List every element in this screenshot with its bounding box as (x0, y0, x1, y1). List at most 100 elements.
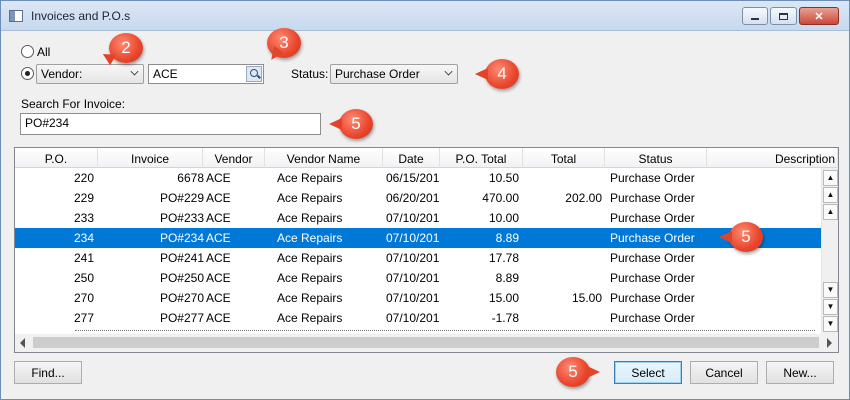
cell-vendor: ACE (206, 231, 231, 245)
table-row[interactable]: 229 PO#229 ACE Ace Repairs 06/20/201 470.00 20… (15, 188, 821, 208)
status-label: Status: (291, 67, 329, 81)
title-bar[interactable]: Invoices and P.O.s ✕ (1, 1, 849, 31)
scroll-bottom-button[interactable]: ▼ (823, 316, 838, 332)
scroll-page-down-button[interactable]: ▼ (823, 299, 838, 315)
cell-date: 06/20/201 (386, 191, 439, 205)
table-row[interactable]: 277 PO#277 ACE Ace Repairs 07/10/201 -1.78 Pur… (15, 308, 821, 328)
scroll-up-button[interactable]: ▲ (823, 204, 838, 220)
close-button[interactable]: ✕ (799, 7, 839, 25)
scroll-left-icon[interactable] (20, 338, 25, 348)
vertical-scrollbar[interactable]: ▲ ▲ ▲ ▼ ▼ ▼ (821, 168, 838, 334)
cell-po-total: 8.89 (495, 271, 519, 285)
horizontal-scrollbar[interactable] (15, 334, 838, 352)
cell-vendor: ACE (206, 171, 231, 185)
column-header-po-total[interactable]: P.O. Total (440, 148, 523, 168)
invoice-grid[interactable]: P.O. Invoice Vendor Vendor Name Date P.O… (14, 147, 839, 353)
scroll-top-button[interactable]: ▲ (823, 170, 838, 186)
cell-vendor: ACE (206, 251, 231, 265)
table-row[interactable]: 241 PO#241 ACE Ace Repairs 07/10/201 17.78 Pur… (15, 248, 821, 268)
cell-vendor-name: Ace Repairs (277, 191, 343, 205)
cell-status: Purchase Order (610, 271, 695, 285)
cell-status: Purchase Order (610, 211, 695, 225)
cell-po-total: 10.50 (488, 171, 519, 185)
table-row[interactable]: 250 PO#250 ACE Ace Repairs 07/10/201 8.89 Purc… (15, 268, 821, 288)
cell-vendor: ACE (206, 291, 231, 305)
cell-po-total: 15.00 (488, 291, 519, 305)
search-invoice-input[interactable]: PO#234 (20, 113, 321, 135)
cell-status: Purchase Order (610, 231, 695, 245)
close-icon: ✕ (814, 10, 824, 23)
scroll-down-button[interactable]: ▼ (823, 282, 838, 298)
column-header-date[interactable]: Date (383, 148, 440, 168)
grid-header: P.O. Invoice Vendor Vendor Name Date P.O… (15, 148, 838, 168)
cell-invoice: PO#241 (159, 251, 204, 265)
cell-vendor: ACE (206, 311, 231, 325)
cell-vendor: ACE (206, 211, 231, 225)
new-button[interactable]: New... (766, 361, 834, 384)
callout-status: 4 (475, 59, 519, 89)
invoices-window: Invoices and P.O.s ✕ All Vendor: ACE Sta… (0, 0, 850, 400)
column-header-vendor-name[interactable]: Vendor Name (265, 148, 383, 168)
table-row-selected[interactable]: 234 PO#234 ACE Ace Repairs 07/10/201 8.89 Purc… (15, 228, 821, 248)
cell-vendor-name: Ace Repairs (277, 311, 343, 325)
cell-invoice: PO#270 (159, 291, 204, 305)
cell-invoice: PO#229 (159, 191, 204, 205)
table-row[interactable]: 220 6678 ACE Ace Repairs 06/15/201 10.50 Purch… (15, 168, 821, 188)
cell-status: Purchase Order (610, 291, 695, 305)
vendor-radio[interactable] (21, 67, 34, 80)
cell-date: 07/10/201 (386, 271, 439, 285)
cell-po: 229 (73, 191, 94, 205)
cell-date: 07/10/201 (386, 211, 439, 225)
cell-date: 07/10/201 (386, 251, 439, 265)
all-radio[interactable] (21, 45, 34, 58)
cell-date: 07/10/201 (386, 311, 439, 325)
cell-invoice: PO#233 (159, 211, 204, 225)
cell-date: 07/10/201 (386, 231, 439, 245)
cell-po: 220 (73, 171, 94, 185)
minimize-button[interactable] (742, 7, 768, 25)
status-select-value: Purchase Order (335, 67, 420, 81)
cell-vendor: ACE (206, 271, 231, 285)
cell-date: 06/15/201 (386, 171, 439, 185)
vendor-filter-select-value: Vendor: (41, 67, 83, 81)
column-header-invoice-label: Invoice (130, 152, 170, 166)
column-header-description[interactable]: Description (707, 148, 838, 168)
cancel-button[interactable]: Cancel (690, 361, 758, 384)
horizontal-scroll-thumb[interactable] (33, 337, 819, 348)
cell-po-total: -1.78 (491, 311, 519, 325)
vendor-lookup-button[interactable] (246, 66, 262, 82)
cell-status: Purchase Order (610, 251, 695, 265)
column-header-total[interactable]: Total (523, 148, 605, 168)
status-select[interactable]: Purchase Order (330, 64, 458, 84)
cell-po: 233 (73, 211, 94, 225)
table-row[interactable]: 270 PO#270 ACE Ace Repairs 07/10/201 15.00 15.… (15, 288, 821, 308)
column-header-invoice[interactable]: Invoice (98, 148, 203, 168)
chevron-down-icon (130, 67, 139, 76)
cell-po: 250 (73, 271, 94, 285)
scroll-right-icon[interactable] (827, 338, 832, 348)
table-row[interactable]: 233 PO#233 ACE Ace Repairs 07/10/201 10.00 Pur… (15, 208, 821, 228)
cell-total: 202.00 (565, 191, 602, 205)
callout-select-button: 5 (556, 357, 600, 387)
select-button[interactable]: Select (614, 361, 682, 384)
cell-po-total: 10.00 (488, 211, 519, 225)
cell-total (523, 228, 602, 248)
cell-invoice: 6678 (177, 171, 204, 185)
column-header-status[interactable]: Status (605, 148, 707, 168)
scroll-page-up-button[interactable]: ▲ (823, 187, 838, 203)
maximize-button[interactable] (770, 7, 797, 25)
vendor-input[interactable]: ACE (148, 64, 264, 84)
column-header-po[interactable]: P.O. (15, 148, 98, 168)
cell-status: Purchase Order (610, 171, 695, 185)
cell-vendor-name: Ace Repairs (277, 171, 343, 185)
cell-total (523, 208, 602, 228)
vendor-filter-select[interactable]: Vendor: (36, 64, 144, 84)
cell-status: Purchase Order (610, 191, 695, 205)
cell-vendor-name: Ace Repairs (277, 291, 343, 305)
cell-total (523, 268, 602, 288)
column-header-vendor[interactable]: Vendor (203, 148, 265, 168)
cell-vendor-name: Ace Repairs (277, 231, 343, 245)
find-button[interactable]: Find... (14, 361, 82, 384)
cell-vendor: ACE (206, 191, 231, 205)
callout-vendor: 2 (109, 33, 143, 63)
